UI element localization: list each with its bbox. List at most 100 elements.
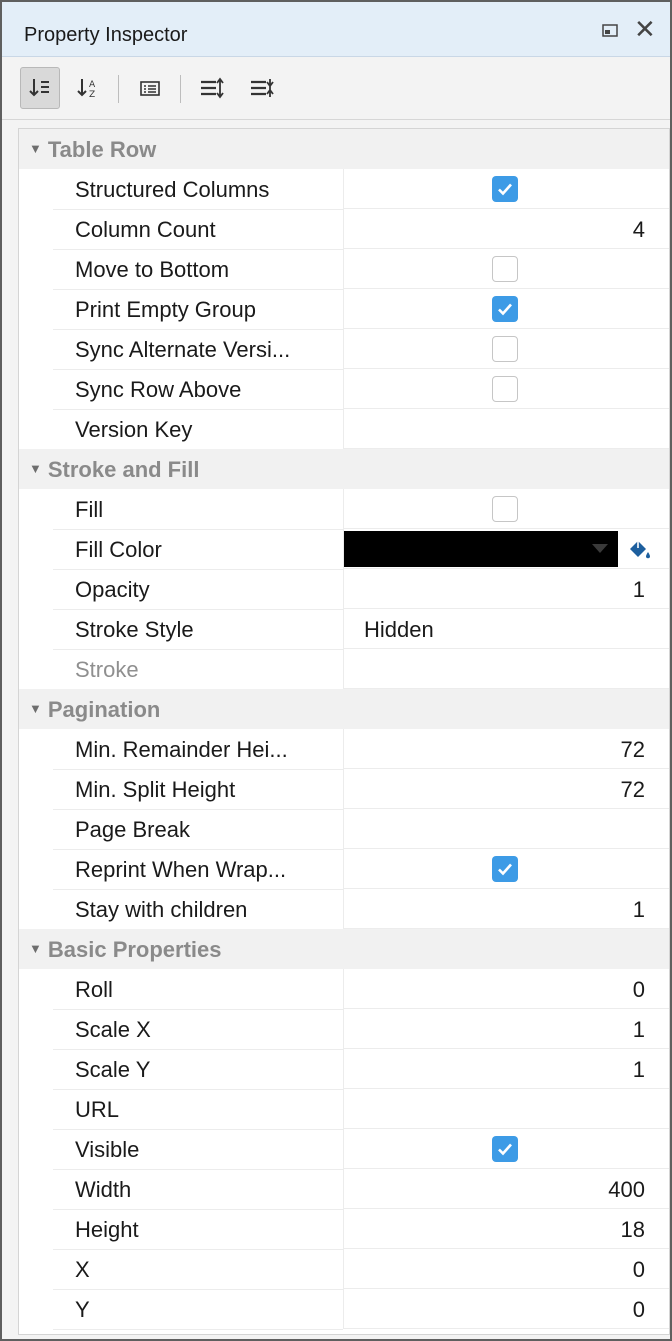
property-row-scale-x[interactable]: Scale X 1 — [19, 1009, 669, 1050]
sync-alternate-versions-checkbox[interactable] — [492, 336, 518, 362]
property-name: Column Count — [75, 217, 216, 242]
property-name: Y — [75, 1297, 90, 1322]
fill-color-swatch[interactable] — [344, 531, 618, 567]
close-icon[interactable]: ✕ — [634, 16, 656, 42]
property-name: Move to Bottom — [75, 257, 230, 282]
property-name: Fill Color — [75, 537, 162, 562]
property-row-height[interactable]: Height 18 — [19, 1209, 669, 1250]
property-name: Print Empty Group — [75, 297, 256, 322]
group-table-row[interactable]: ▼ Table Row — [19, 129, 669, 169]
height-value[interactable]: 18 — [621, 1217, 645, 1243]
sort-categorized-icon[interactable] — [20, 67, 60, 109]
group-label: Basic Properties — [47, 937, 222, 962]
min-remainder-height-value[interactable]: 72 — [621, 737, 645, 763]
property-row-y[interactable]: Y 0 — [19, 1289, 669, 1330]
property-inspector-panel: Property Inspector ✕ AZ ▼ Table Row Stru… — [0, 0, 672, 1341]
structured-columns-checkbox[interactable] — [492, 176, 518, 202]
property-row-fill[interactable]: Fill — [19, 489, 669, 530]
column-count-value[interactable]: 4 — [633, 217, 645, 243]
fill-checkbox[interactable] — [492, 496, 518, 522]
group-pagination[interactable]: ▼ Pagination — [19, 689, 669, 729]
sort-alphabetical-icon[interactable]: AZ — [68, 67, 108, 109]
move-to-bottom-checkbox[interactable] — [492, 256, 518, 282]
print-empty-group-checkbox[interactable] — [492, 296, 518, 322]
property-name: Reprint When Wrap... — [75, 857, 287, 882]
x-value[interactable]: 0 — [633, 1257, 645, 1283]
property-name: X — [75, 1257, 90, 1282]
collapse-all-icon[interactable] — [242, 67, 282, 109]
property-row-sync-alternate-versions[interactable]: Sync Alternate Versi... — [19, 329, 669, 370]
title-bar: Property Inspector ✕ — [2, 2, 670, 57]
property-row-version-key[interactable]: Version Key — [19, 409, 669, 450]
description-icon[interactable] — [130, 67, 170, 109]
y-value[interactable]: 0 — [633, 1297, 645, 1323]
expand-all-icon[interactable] — [192, 67, 232, 109]
property-name: Sync Alternate Versi... — [75, 337, 291, 362]
roll-value[interactable]: 0 — [633, 977, 645, 1003]
property-row-sync-row-above[interactable]: Sync Row Above — [19, 369, 669, 410]
property-name: Version Key — [75, 417, 193, 442]
expand-triangle-icon[interactable]: ▼ — [29, 141, 42, 156]
property-row-opacity[interactable]: Opacity 1 — [19, 569, 669, 610]
property-table: ▼ Table Row Structured Columns Column Cou… — [18, 128, 670, 1335]
stroke-style-value[interactable]: Hidden — [364, 617, 434, 643]
paint-bucket-icon[interactable] — [626, 536, 652, 562]
sync-row-above-checkbox[interactable] — [492, 376, 518, 402]
expand-triangle-icon[interactable]: ▼ — [29, 941, 42, 956]
property-row-url[interactable]: URL — [19, 1089, 669, 1130]
property-row-stay-with-children[interactable]: Stay with children 1 — [19, 889, 669, 930]
property-name: Scale Y — [75, 1057, 151, 1082]
property-row-column-count[interactable]: Column Count 4 — [19, 209, 669, 250]
property-name: URL — [75, 1097, 120, 1122]
property-row-x[interactable]: X 0 — [19, 1249, 669, 1290]
property-name: Stroke Style — [75, 617, 194, 642]
width-value[interactable]: 400 — [608, 1177, 645, 1203]
scale-x-value[interactable]: 1 — [633, 1017, 645, 1043]
property-row-min-split-height[interactable]: Min. Split Height 72 — [19, 769, 669, 810]
restore-icon[interactable] — [600, 20, 620, 44]
property-row-roll[interactable]: Roll 0 — [19, 969, 669, 1010]
property-row-structured-columns[interactable]: Structured Columns — [19, 169, 669, 210]
property-row-width[interactable]: Width 400 — [19, 1169, 669, 1210]
property-row-page-break[interactable]: Page Break — [19, 809, 669, 850]
opacity-value[interactable]: 1 — [633, 577, 645, 603]
property-row-stroke-style[interactable]: Stroke Style Hidden — [19, 609, 669, 650]
property-row-scale-y[interactable]: Scale Y 1 — [19, 1049, 669, 1090]
property-name: Visible — [75, 1137, 140, 1162]
min-split-height-value[interactable]: 72 — [621, 777, 645, 803]
group-stroke-and-fill[interactable]: ▼ Stroke and Fill — [19, 449, 669, 489]
svg-text:Z: Z — [89, 90, 95, 100]
property-row-min-remainder-height[interactable]: Min. Remainder Hei... 72 — [19, 729, 669, 770]
stay-with-children-value[interactable]: 1 — [633, 897, 645, 923]
property-name: Height — [75, 1217, 139, 1242]
svg-text:A: A — [89, 80, 96, 90]
panel-title: Property Inspector — [24, 24, 188, 46]
property-row-reprint-when-wrapped[interactable]: Reprint When Wrap... — [19, 849, 669, 890]
group-label: Pagination — [47, 697, 161, 722]
property-row-fill-color[interactable]: Fill Color — [19, 529, 669, 570]
visible-checkbox[interactable] — [492, 1136, 518, 1162]
group-basic-properties[interactable]: ▼ Basic Properties — [19, 929, 669, 969]
group-label: Table Row — [47, 137, 157, 162]
property-name: Fill — [75, 497, 104, 522]
property-name: Opacity — [75, 577, 150, 602]
chevron-down-icon[interactable] — [592, 544, 608, 553]
scale-y-value[interactable]: 1 — [633, 1057, 645, 1083]
expand-triangle-icon[interactable]: ▼ — [29, 701, 42, 716]
property-name: Structured Columns — [75, 177, 270, 202]
property-row-print-empty-group[interactable]: Print Empty Group — [19, 289, 669, 330]
toolbar: AZ — [2, 57, 670, 120]
reprint-when-wrapped-checkbox[interactable] — [492, 856, 518, 882]
property-name: Stroke — [75, 657, 139, 682]
property-name: Min. Split Height — [75, 777, 236, 802]
property-row-stroke[interactable]: Stroke — [19, 649, 669, 690]
property-name: Min. Remainder Hei... — [75, 737, 288, 762]
property-name: Roll — [75, 977, 113, 1002]
property-row-visible[interactable]: Visible — [19, 1129, 669, 1170]
expand-triangle-icon[interactable]: ▼ — [29, 461, 42, 476]
property-name: Sync Row Above — [75, 377, 242, 402]
property-name: Stay with children — [75, 897, 248, 922]
property-name: Width — [75, 1177, 132, 1202]
property-row-move-to-bottom[interactable]: Move to Bottom — [19, 249, 669, 290]
property-name: Scale X — [75, 1017, 151, 1042]
